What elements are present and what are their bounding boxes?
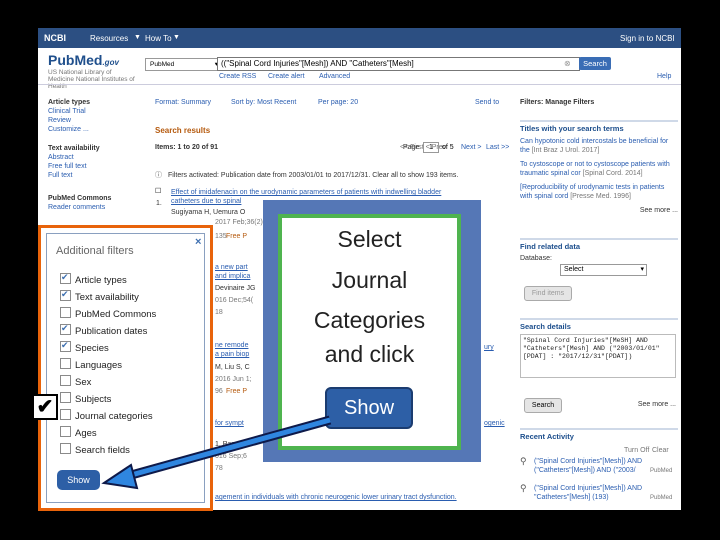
arrow-icon: [101, 415, 332, 490]
